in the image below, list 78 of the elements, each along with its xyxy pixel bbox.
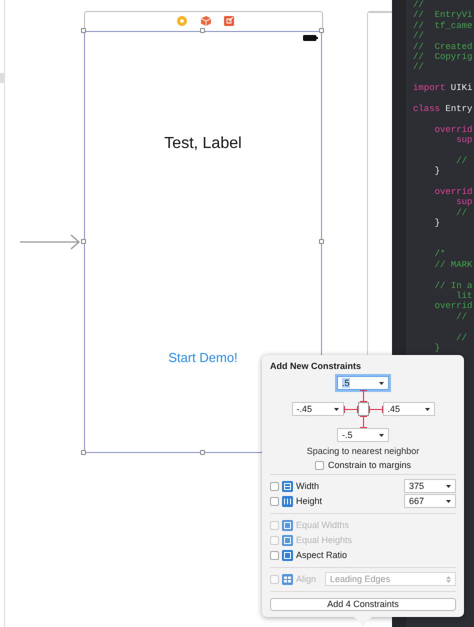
align-icon [282,574,293,585]
code-text: // Copyrig [413,52,472,62]
code-text: import [413,83,446,94]
code-text: } [434,342,440,353]
align-label: Align [296,574,316,584]
stepper-icon [446,576,451,583]
spacing-strut-icon [360,390,366,402]
code-text: overrid [434,124,472,135]
view-square-icon [358,402,368,416]
code-text: // [413,0,424,10]
constraint-icon [282,520,293,531]
resize-handle[interactable] [200,450,205,455]
constant-dropdown[interactable]: 375 [404,479,456,494]
code-text: UIKi [450,83,472,94]
code-text: overrid [434,301,472,312]
code-text: // [455,312,468,322]
code-text: // In a [434,280,472,291]
popover-title: Add New Constraints [270,361,362,371]
code-text: } [434,218,440,228]
resize-handle[interactable] [81,239,86,244]
spacing-strut-icon [360,416,366,428]
constraint-label: Width [296,481,320,492]
code-text: // EntryVi [413,10,472,20]
code-text: } [434,166,440,176]
checkbox-label: Constrain to margins [328,460,412,470]
code-text: // [455,332,468,342]
constant-dropdown[interactable]: 667 [404,494,456,508]
constraint-label: Height [296,496,324,506]
code-text: // [455,156,468,166]
resize-handle[interactable] [319,28,324,33]
entry-arrow-icon [20,234,80,250]
bottom-spacing-field[interactable]: -.5 [337,428,389,442]
code-text: Entry [444,104,472,114]
code-text: // [455,208,468,218]
add-constraints-button[interactable]: Add 4 Constraints [270,598,456,611]
spacing-strut-icon [368,406,382,412]
resize-handle[interactable] [81,450,86,455]
constraint-label: Equal Widths [296,520,350,530]
code-text: // [413,62,424,72]
left-spacing-field[interactable]: -.45 [292,402,344,416]
spacing-caption: Spacing to nearest neighbor [306,446,420,456]
caret-icon [379,434,384,436]
width-constraint-icon [282,480,293,492]
view-controller-icon[interactable] [177,16,187,26]
caret-icon [424,408,430,410]
label-text: Test, Label [164,135,242,153]
checkbox[interactable] [270,496,279,506]
top-spacing-field[interactable]: .5 [337,376,389,390]
code-text: sup [455,135,472,146]
constraint-icon [282,550,293,561]
spacing-strut-icon [344,406,358,412]
caret-icon [334,408,338,410]
code-text: // Created [413,42,472,52]
code-text: overrid [434,187,472,198]
code-text: // MARK [434,260,472,270]
code-text: sup [455,197,472,208]
constraint-label: Aspect Ratio [296,550,348,560]
cube-icon[interactable] [201,16,211,26]
exit-icon[interactable] [224,16,234,26]
constraint-label: Equal Heights [296,535,352,546]
checkbox[interactable] [270,482,279,491]
code-text: lit [455,290,472,301]
resize-handle[interactable] [319,239,324,244]
resize-handle[interactable] [81,28,86,33]
checkbox[interactable] [314,460,324,470]
code-text: /* [434,249,446,260]
caret-icon [379,382,384,384]
caret-icon [446,484,451,488]
battery-icon [303,35,318,41]
right-spacing-field[interactable]: .45 [382,402,434,416]
code-text: // [413,31,424,42]
height-constraint-icon [282,496,293,507]
code-text: class [413,104,440,114]
resize-handle[interactable] [200,28,205,33]
code-text: // tf_came [413,20,472,31]
constraint-icon [282,534,293,546]
caret-icon [446,500,451,503]
checkbox[interactable] [270,550,279,560]
